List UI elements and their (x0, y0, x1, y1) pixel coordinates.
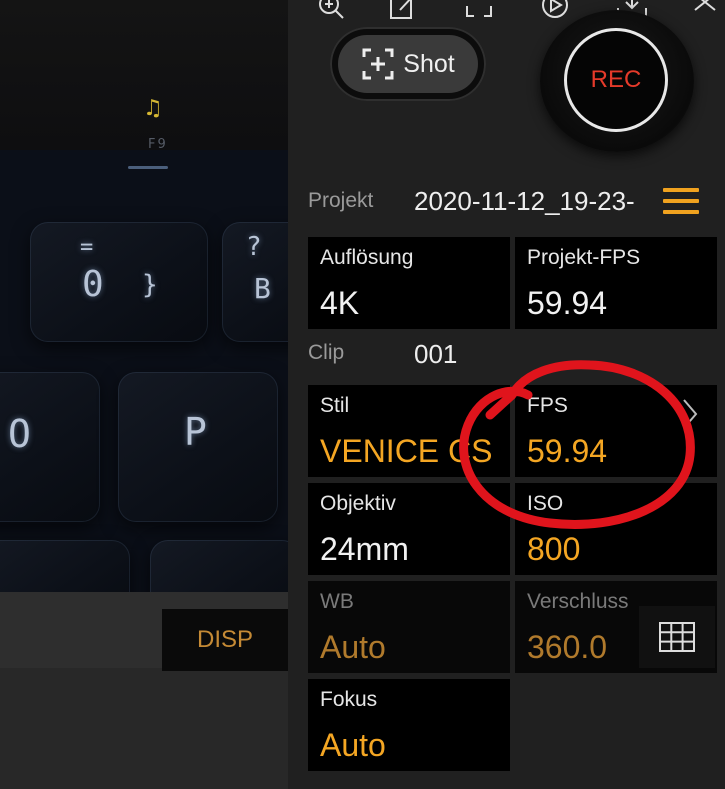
camera-preview[interactable]: ♫ F9 = 0 } ? B O P (0, 0, 288, 592)
lens-value: 24mm (320, 531, 409, 567)
fps-label: FPS (527, 394, 568, 417)
chevron-right-icon[interactable] (680, 396, 700, 432)
style-cell[interactable]: Stil VENICE CS (308, 385, 510, 477)
key-label-o: O (8, 412, 31, 456)
clip-label: Clip (308, 341, 345, 364)
bottom-left-area (0, 668, 300, 789)
rec-ring: REC (564, 28, 668, 132)
key-backlight (128, 166, 168, 169)
key-label-equals: = (80, 235, 94, 260)
style-value: VENICE CS (320, 433, 493, 469)
lens-label: Objektiv (320, 492, 396, 515)
frame-icon[interactable] (464, 0, 494, 22)
focus-label: Fokus (320, 688, 378, 711)
shot-label: Shot (403, 49, 455, 78)
shot-button[interactable]: Shot (330, 27, 486, 101)
menu-icon[interactable] (663, 188, 699, 216)
focus-cell[interactable]: Fokus Auto (308, 679, 510, 771)
fps-value: 59.94 (527, 433, 608, 469)
close-icon[interactable] (692, 0, 718, 22)
key-label-zero: 0 (82, 264, 104, 305)
grid-icon (659, 622, 695, 652)
iso-label: ISO (527, 492, 564, 515)
iso-value: 800 (527, 531, 581, 567)
grid-button[interactable] (639, 606, 715, 668)
key-f9-label: F9 (148, 137, 168, 152)
keyboard-top-row (0, 0, 288, 150)
key-bottom-right (150, 540, 288, 592)
style-label: Stil (320, 394, 350, 417)
lens-cell[interactable]: Objektiv 24mm (308, 483, 510, 575)
project-fps-label: Projekt-FPS (527, 246, 641, 269)
clip-value: 001 (414, 339, 458, 369)
rec-button[interactable]: REC (540, 10, 694, 152)
wb-value: Auto (320, 629, 386, 665)
focus-value: Auto (320, 727, 386, 763)
wb-label: WB (320, 590, 354, 613)
shutter-label: Verschluss (527, 590, 629, 613)
shutter-value: 360.0 (527, 629, 608, 665)
key-label-question: ? (246, 232, 262, 262)
wb-cell[interactable]: WB Auto (308, 581, 510, 673)
iso-cell[interactable]: ISO 800 (515, 483, 717, 575)
project-label: Projekt (308, 189, 374, 212)
project-name: 2020-11-12_19-23- (414, 186, 635, 216)
zoom-in-icon[interactable] (316, 0, 346, 22)
capture-icon (362, 48, 394, 80)
key-label-brace: } (142, 270, 158, 300)
key-label-b: B (254, 272, 271, 305)
disp-button[interactable]: DISP (162, 609, 288, 671)
music-note-icon: ♫ (143, 96, 163, 121)
resolution-label: Auflösung (320, 246, 414, 269)
key-zero (30, 222, 208, 342)
play-icon[interactable] (540, 0, 570, 22)
rec-label: REC (590, 66, 642, 93)
project-fps-value: 59.94 (527, 285, 608, 321)
resolution-value: 4K (320, 285, 360, 321)
edit-icon[interactable] (388, 0, 418, 22)
key-label-p: P (184, 410, 207, 454)
project-fps-cell[interactable]: Projekt-FPS 59.94 (515, 237, 717, 329)
key-bottom-left (0, 540, 130, 592)
shot-button-face: Shot (338, 35, 478, 93)
resolution-cell[interactable]: Auflösung 4K (308, 237, 510, 329)
